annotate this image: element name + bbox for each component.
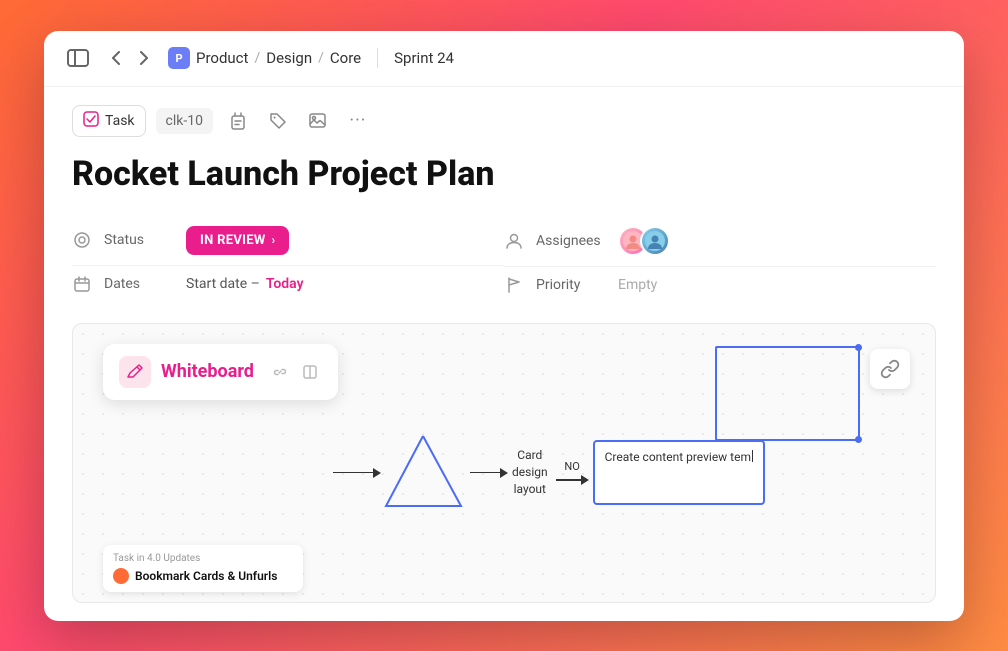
status-label: Status xyxy=(104,232,174,248)
canvas-task-preview: Task in 4.0 Updates Bookmark Cards & Unf… xyxy=(103,545,303,592)
content-area: Task clk-10 xyxy=(44,87,964,621)
header-divider xyxy=(377,48,378,68)
page-title: Rocket Launch Project Plan xyxy=(72,155,936,194)
breadcrumb-product[interactable]: Product xyxy=(196,49,248,67)
no-label: NO xyxy=(564,460,579,473)
task-check-icon xyxy=(83,111,99,131)
canvas-task-badge: Task in 4.0 Updates xyxy=(113,553,293,564)
dates-value[interactable]: Start date – Today xyxy=(186,276,304,292)
flag-icon xyxy=(504,277,524,293)
status-badge[interactable]: IN REVIEW › xyxy=(186,226,289,255)
timer-icon[interactable] xyxy=(223,106,253,136)
assignee-avatar-2 xyxy=(640,226,670,256)
start-date-text: Start date – xyxy=(186,276,260,292)
create-content-text: Create content preview tem xyxy=(605,450,751,464)
image-icon[interactable] xyxy=(303,106,333,136)
canvas-area[interactable]: Whiteboard xyxy=(72,323,936,603)
task-toolbar: Task clk-10 xyxy=(72,105,936,137)
assignees-label: Assignees xyxy=(536,233,606,249)
card-design-node: Card design layout xyxy=(508,447,552,497)
flow-arrow-2 xyxy=(470,468,508,478)
status-chevron-icon: › xyxy=(272,233,276,247)
flow-arrow-1 xyxy=(333,468,381,478)
status-row: Status IN REVIEW › xyxy=(72,216,504,266)
text-cursor xyxy=(752,450,753,462)
whiteboard-link-icon[interactable] xyxy=(268,360,292,384)
status-value: IN REVIEW xyxy=(200,233,266,248)
breadcrumb-sep-1: / xyxy=(254,50,260,66)
person-icon xyxy=(504,233,524,249)
dates-row: Dates Start date – Today xyxy=(72,266,504,302)
breadcrumb: P Product / Design / Core xyxy=(168,47,361,69)
create-content-node: Create content preview tem xyxy=(593,440,765,505)
task-type-pill[interactable]: Task xyxy=(72,105,146,137)
properties-right: Assignees xyxy=(504,216,936,303)
assignee-avatars[interactable] xyxy=(618,226,670,256)
whiteboard-title: Whiteboard xyxy=(161,361,254,382)
status-icon xyxy=(72,232,92,248)
whiteboard-actions xyxy=(268,360,322,384)
whiteboard-expand-icon[interactable] xyxy=(298,360,322,384)
properties-grid: Status IN REVIEW › xyxy=(72,216,936,303)
calendar-icon xyxy=(72,276,92,292)
priority-value[interactable]: Empty xyxy=(618,277,657,293)
nav-arrows xyxy=(104,46,156,70)
dates-label: Dates xyxy=(104,276,174,292)
today-text: Today xyxy=(266,276,304,292)
whiteboard-pencil-icon xyxy=(119,356,151,388)
breadcrumb-core[interactable]: Core xyxy=(330,49,361,67)
app-window: P Product / Design / Core Sprint 24 Task xyxy=(44,31,964,621)
flow-diagram: Card design layout NO Create content pre… xyxy=(333,354,875,592)
whiteboard-card[interactable]: Whiteboard xyxy=(103,344,338,400)
canvas-link-icon[interactable] xyxy=(870,349,910,389)
flow-no-arrow: NO xyxy=(556,460,589,485)
breadcrumb-sep-2: / xyxy=(318,50,324,66)
sprint-label[interactable]: Sprint 24 xyxy=(394,49,454,67)
more-options-icon[interactable]: ··· xyxy=(343,106,373,136)
breadcrumb-design[interactable]: Design xyxy=(266,49,312,67)
breadcrumb-product-icon: P xyxy=(168,47,190,69)
priority-row: Priority Empty xyxy=(504,267,936,303)
assignees-row: Assignees xyxy=(504,216,936,267)
header-bar: P Product / Design / Core Sprint 24 xyxy=(44,31,964,87)
canvas-task-title: Bookmark Cards & Unfurls xyxy=(113,568,293,584)
forward-button[interactable] xyxy=(132,46,156,70)
back-button[interactable] xyxy=(104,46,128,70)
tag-icon[interactable] xyxy=(263,106,293,136)
properties-left: Status IN REVIEW › xyxy=(72,216,504,303)
task-type-label: Task xyxy=(105,113,135,129)
priority-label: Priority xyxy=(536,277,606,293)
flow-triangle xyxy=(381,431,466,515)
task-id-badge: clk-10 xyxy=(156,108,213,134)
sidebar-toggle-button[interactable] xyxy=(64,48,92,68)
